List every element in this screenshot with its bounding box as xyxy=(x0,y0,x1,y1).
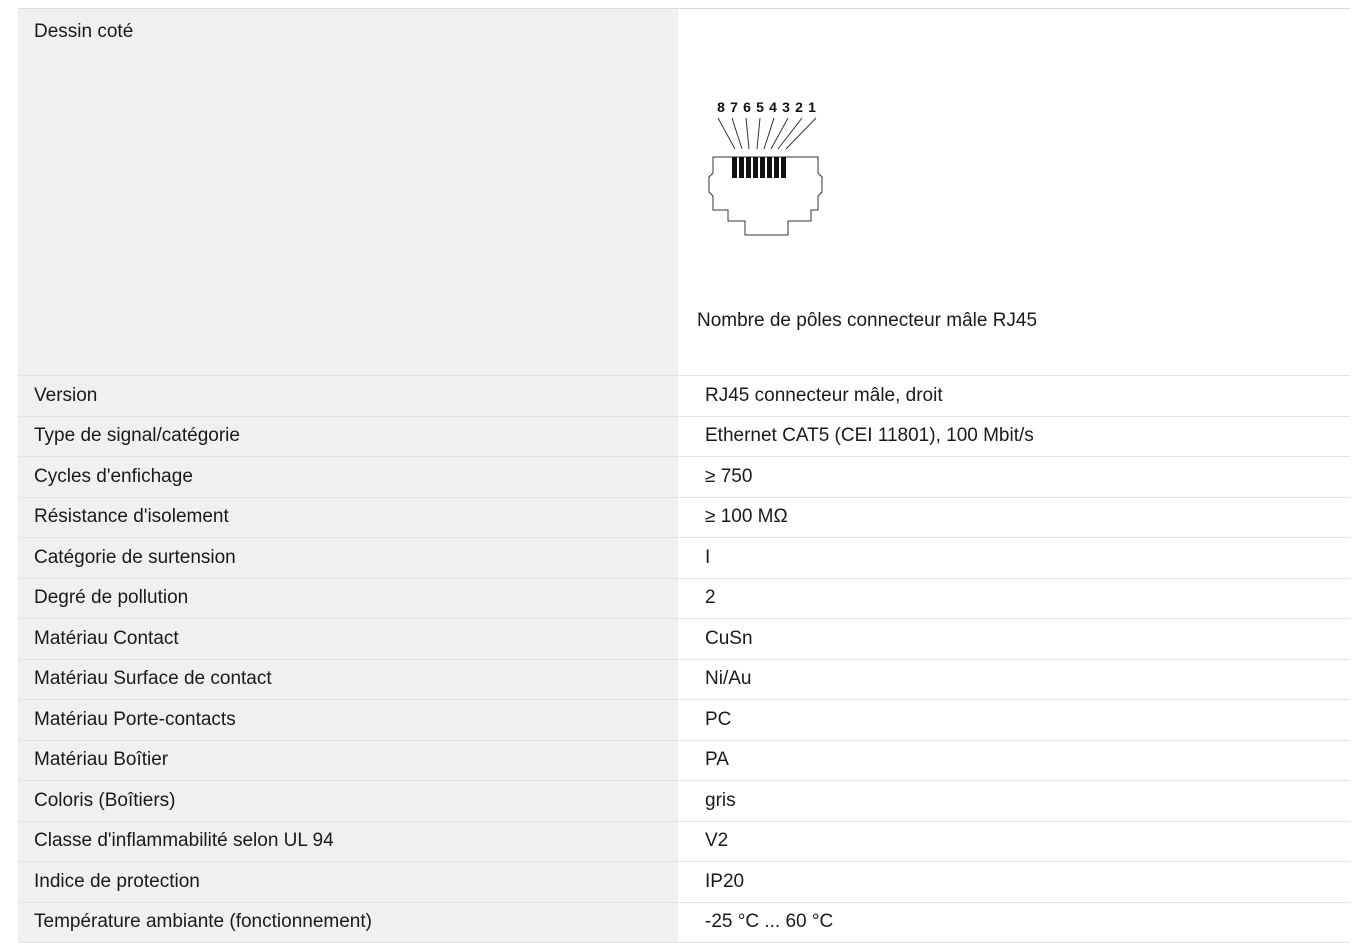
spec-label: Catégorie de surtension xyxy=(18,538,678,578)
spec-label: Résistance d'isolement xyxy=(18,498,678,538)
spec-label: Indice de protection xyxy=(18,862,678,902)
spec-label: Matériau Contact xyxy=(18,619,678,659)
spec-row-insulation-resistance: Résistance d'isolement ≥ 100 MΩ xyxy=(18,498,1350,539)
spec-value: Ni/Au xyxy=(678,660,1350,700)
spec-row-protection-index: Indice de protection IP20 xyxy=(18,862,1350,903)
spec-value: PC xyxy=(678,700,1350,740)
spec-row-mating-cycles: Cycles d'enfichage ≥ 750 xyxy=(18,457,1350,498)
spec-value: ≥ 750 xyxy=(678,457,1350,497)
spec-value: PA xyxy=(678,741,1350,781)
spec-value: Ethernet CAT5 (CEI 11801), 100 Mbit/s xyxy=(678,417,1350,457)
spec-value: gris xyxy=(678,781,1350,821)
pin-number: 8 xyxy=(717,99,725,115)
spec-label: Type de signal/catégorie xyxy=(18,417,678,457)
spec-label: Version xyxy=(18,376,678,416)
spec-row-contact-carrier: Matériau Porte-contacts PC xyxy=(18,700,1350,741)
spec-value: CuSn xyxy=(678,619,1350,659)
spec-value: 2 xyxy=(678,579,1350,619)
spec-value: RJ45 connecteur mâle, droit xyxy=(678,376,1350,416)
spec-row-contact-material: Matériau Contact CuSn xyxy=(18,619,1350,660)
spec-label: Cycles d'enfichage xyxy=(18,457,678,497)
rj45-pinout-drawing: 8 7 6 5 4 3 2 1 xyxy=(708,97,838,252)
spec-row-housing-color: Coloris (Boîtiers) gris xyxy=(18,781,1350,822)
spec-label: Degré de pollution xyxy=(18,579,678,619)
pin-number: 7 xyxy=(730,99,738,115)
pin-number: 6 xyxy=(743,99,751,115)
drawing-caption: Nombre de pôles connecteur mâle RJ45 xyxy=(697,311,1037,331)
spec-value: ≥ 100 MΩ xyxy=(678,498,1350,538)
spec-row-housing-material: Matériau Boîtier PA xyxy=(18,741,1350,782)
drawing-label: Dessin coté xyxy=(18,9,678,375)
spec-label: Coloris (Boîtiers) xyxy=(18,781,678,821)
pin-number: 3 xyxy=(782,99,790,115)
spec-row-signal-type: Type de signal/catégorie Ethernet CAT5 (… xyxy=(18,417,1350,458)
spec-label: Classe d'inflammabilité selon UL 94 xyxy=(18,822,678,862)
spec-row-flammability-class: Classe d'inflammabilité selon UL 94 V2 xyxy=(18,822,1350,863)
spec-row-overvoltage-category: Catégorie de surtension I xyxy=(18,538,1350,579)
pin-number: 1 xyxy=(808,99,816,115)
spec-table: Dessin coté 8 7 6 5 4 3 2 1 xyxy=(18,8,1350,943)
spec-value: V2 xyxy=(678,822,1350,862)
spec-label: Matériau Surface de contact xyxy=(18,660,678,700)
spec-label: Température ambiante (fonctionnement) xyxy=(18,903,678,943)
pin-number: 2 xyxy=(795,99,803,115)
spec-row-version: Version RJ45 connecteur mâle, droit xyxy=(18,376,1350,417)
drawing-cell: 8 7 6 5 4 3 2 1 xyxy=(678,9,1350,375)
pin-number: 4 xyxy=(769,99,777,115)
spec-value: IP20 xyxy=(678,862,1350,902)
spec-row-pollution-degree: Degré de pollution 2 xyxy=(18,579,1350,620)
drawing-row: Dessin coté 8 7 6 5 4 3 2 1 xyxy=(18,9,1350,376)
spec-label: Matériau Porte-contacts xyxy=(18,700,678,740)
spec-row-contact-surface: Matériau Surface de contact Ni/Au xyxy=(18,660,1350,701)
spec-value: -25 °C ... 60 °C xyxy=(678,903,1350,943)
spec-label: Matériau Boîtier xyxy=(18,741,678,781)
pin-number: 5 xyxy=(756,99,764,115)
spec-value: I xyxy=(678,538,1350,578)
